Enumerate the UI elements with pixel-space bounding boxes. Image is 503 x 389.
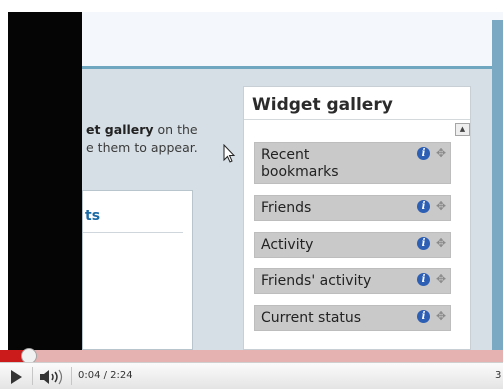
black-letterbox [8, 12, 82, 350]
right-edge-text: 3 [495, 370, 502, 381]
left-panel-title[interactable]: ts [85, 208, 100, 224]
move-handle-icon[interactable]: ✥ [436, 199, 446, 213]
control-divider [32, 367, 33, 385]
play-icon[interactable] [8, 369, 24, 385]
video-frame[interactable]: et gallery on the e them to appear. ts W… [0, 0, 503, 350]
volume-icon[interactable] [38, 369, 66, 385]
scroll-up-arrow-icon[interactable]: ▲ [455, 123, 470, 136]
info-icon[interactable]: i [417, 237, 430, 250]
widget-label: Friends [261, 200, 312, 216]
control-divider [71, 367, 72, 385]
right-edge-strip [492, 20, 503, 350]
mouse-pointer-icon [223, 144, 236, 163]
move-handle-icon[interactable]: ✥ [436, 236, 446, 250]
move-handle-icon[interactable]: ✥ [436, 309, 446, 323]
widget-current-status[interactable]: Current status i ✥ [254, 305, 451, 331]
instruction-line1: on the [153, 122, 198, 137]
widget-label: Friends' activity [261, 273, 372, 289]
page-header-area [82, 12, 503, 66]
info-icon[interactable]: i [417, 200, 430, 213]
widget-friends-activity[interactable]: Friends' activity i ✥ [254, 268, 451, 294]
time-display: 0:04 / 2:24 [78, 370, 133, 381]
progress-bar[interactable] [0, 348, 503, 364]
widget-label: Current status [261, 310, 362, 326]
info-icon[interactable]: i [417, 147, 430, 160]
widget-gallery-title: Widget gallery [252, 95, 393, 115]
widget-activity[interactable]: Activity i ✥ [254, 232, 451, 258]
move-handle-icon[interactable]: ✥ [436, 146, 446, 160]
left-panel: ts [82, 190, 193, 350]
move-handle-icon[interactable]: ✥ [436, 272, 446, 286]
widget-label: Recent bookmarks [261, 147, 339, 181]
left-panel-header: ts [83, 203, 183, 233]
instruction-bold: et gallery [86, 122, 154, 137]
info-icon[interactable]: i [417, 310, 430, 323]
player-controls: 0:04 / 2:24 3 [0, 362, 503, 389]
widget-label: Activity [261, 237, 314, 253]
widget-label-line1: Recent [261, 147, 310, 163]
widget-friends[interactable]: Friends i ✥ [254, 195, 451, 221]
instruction-line2: e them to appear. [86, 140, 198, 155]
gallery-divider [244, 119, 470, 120]
instruction-text: et gallery on the e them to appear. [86, 121, 198, 157]
widget-recent-bookmarks[interactable]: Recent bookmarks i ✥ [254, 142, 451, 184]
info-icon[interactable]: i [417, 273, 430, 286]
widget-gallery-panel: Widget gallery ▲ Recent bookmarks i ✥ Fr… [243, 86, 471, 350]
widget-label-line2: bookmarks [261, 164, 339, 180]
